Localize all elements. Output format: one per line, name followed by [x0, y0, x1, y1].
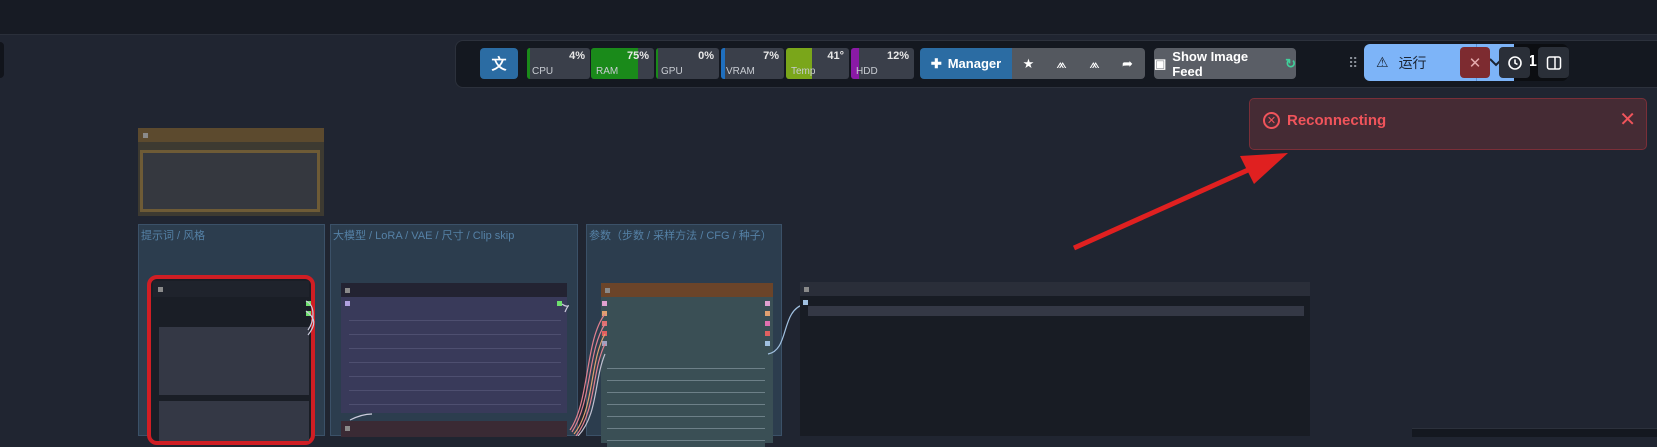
- image-filename-bar: [808, 306, 1304, 316]
- node-collapse-dot[interactable]: [804, 287, 809, 292]
- preview-image-node[interactable]: [800, 282, 1310, 436]
- input-slot[interactable]: [803, 300, 808, 305]
